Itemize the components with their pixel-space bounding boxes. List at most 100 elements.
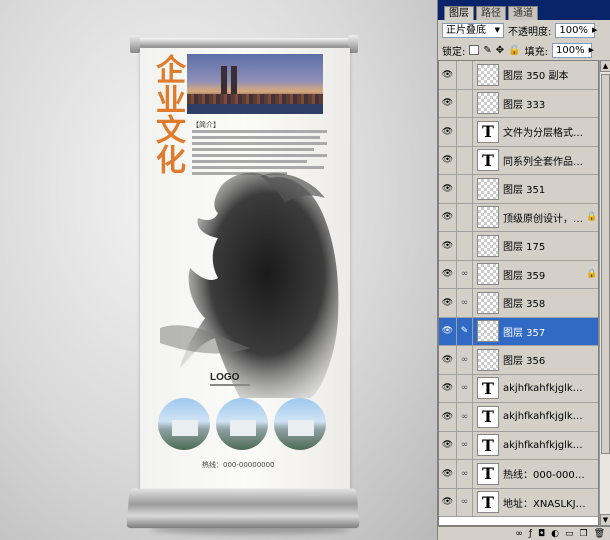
visibility-eye-icon[interactable]: 👁: [439, 355, 456, 365]
visibility-eye-icon[interactable]: 👁: [439, 298, 456, 308]
scroll-up-icon[interactable]: ▲: [600, 60, 610, 72]
layer-list-scrollbar[interactable]: ▲ ▼: [599, 60, 610, 526]
trash-icon[interactable]: 🗑: [594, 529, 605, 539]
link-icon[interactable]: [456, 89, 473, 117]
link-icon[interactable]: [456, 146, 473, 174]
visibility-eye-icon[interactable]: 👁: [439, 383, 456, 393]
layer-name[interactable]: 文件为分层格式 C...: [503, 124, 586, 139]
link-icon[interactable]: ∞: [456, 289, 473, 317]
layer-thumbnail: [477, 348, 499, 371]
layer-row[interactable]: 👁 ∞ 图层 356: [439, 346, 598, 375]
adjustment-icon[interactable]: ◐: [551, 529, 559, 539]
skyline-photo: [187, 54, 323, 114]
link-icon[interactable]: ∞: [515, 529, 523, 539]
layers-panel: 图层 路径 通道 正片叠底 ▼ 不透明度: 100% ▶ 锁定: ✎ ✥ 🔒 填…: [437, 0, 610, 540]
visibility-eye-icon[interactable]: 👁: [439, 497, 456, 507]
text-layer-icon: T: [477, 405, 499, 428]
lock-icon[interactable]: 🔒: [508, 45, 520, 56]
layer-row[interactable]: 👁 图层 333: [439, 89, 598, 118]
chevron-right-icon: ▶: [591, 25, 598, 34]
visibility-eye-icon[interactable]: 👁: [439, 269, 456, 279]
layer-row[interactable]: 👁 ∞ 图层 358: [439, 289, 598, 318]
layer-row[interactable]: 👁 图层 350 副本: [439, 61, 598, 90]
layer-name[interactable]: 热线：000-00000...: [503, 466, 586, 481]
fill-input[interactable]: 100% ▶: [551, 42, 594, 58]
visibility-eye-icon[interactable]: 👁: [439, 326, 456, 336]
visibility-eye-icon[interactable]: 👁: [439, 412, 456, 422]
visibility-eye-icon[interactable]: 👁: [439, 440, 456, 450]
layer-row[interactable]: 👁∞Takjhfkahfkjglksjljs...: [439, 431, 598, 460]
rail-cap-left: [130, 35, 140, 53]
brush-icon[interactable]: ✎: [483, 45, 491, 56]
layer-name[interactable]: 图层 356: [503, 352, 586, 367]
link-icon[interactable]: [456, 175, 473, 203]
link-icon[interactable]: [456, 203, 473, 231]
layer-row[interactable]: 👁 图层 351: [439, 175, 598, 204]
link-icon[interactable]: ∞: [456, 403, 473, 431]
hotline-text: 热线：000-00000000: [202, 461, 275, 469]
chevron-down-icon: ▼: [494, 25, 500, 34]
scroll-thumb[interactable]: [601, 74, 610, 454]
visibility-eye-icon[interactable]: 👁: [439, 241, 456, 251]
layer-row[interactable]: 👁 T 文件为分层格式 C...: [439, 118, 598, 147]
panel-tabs: 图层 路径 通道: [438, 0, 610, 20]
layer-row[interactable]: 👁 T 同系列全套作品可...: [439, 146, 598, 175]
text-layer-icon: T: [477, 434, 499, 457]
layer-row[interactable]: 👁∞Takjhfkahfkjglksjljs...: [439, 403, 598, 432]
visibility-eye-icon[interactable]: 👁: [439, 155, 456, 165]
layer-row[interactable]: 👁∞T 地址：XNASLKJFS...: [439, 488, 598, 517]
layer-row[interactable]: 👁 顶级原创设计，请... 🔒: [439, 203, 598, 232]
lock-options-row: 锁定: ✎ ✥ 🔒 填充: 100% ▶: [438, 40, 610, 60]
layer-name[interactable]: 图层 351: [503, 181, 586, 196]
scroll-down-icon[interactable]: ▼: [600, 514, 610, 526]
new-layer-icon[interactable]: ❐: [579, 529, 587, 539]
link-icon[interactable]: ∞: [456, 374, 473, 402]
layer-name[interactable]: 图层 333: [503, 96, 586, 111]
visibility-eye-icon[interactable]: 👁: [439, 184, 456, 194]
layer-thumbnail: [477, 234, 499, 257]
layer-name[interactable]: 图层 358: [503, 295, 586, 310]
link-icon[interactable]: ∞: [456, 260, 473, 288]
layer-row[interactable]: 👁∞Takjhfkahfkjglksjljs...: [439, 374, 598, 403]
visibility-eye-icon[interactable]: 👁: [439, 469, 456, 479]
layer-name[interactable]: 图层 350 副本: [503, 67, 586, 82]
layer-name[interactable]: 同系列全套作品可...: [503, 153, 586, 168]
blend-mode-value: 正片叠底: [446, 24, 486, 36]
layer-style-icon[interactable]: ƒ: [529, 529, 532, 539]
link-icon[interactable]: ∞: [456, 460, 473, 488]
layer-name[interactable]: akjhfkahfkjglksjljs...: [503, 440, 586, 451]
move-icon[interactable]: ✥: [496, 45, 504, 56]
brush-icon[interactable]: ✎: [456, 317, 473, 345]
visibility-eye-icon[interactable]: 👁: [439, 212, 456, 222]
link-icon[interactable]: [456, 232, 473, 260]
layer-name[interactable]: 图层 359: [503, 267, 586, 282]
opacity-input[interactable]: 100% ▶: [555, 22, 598, 38]
layer-name[interactable]: 图层 357: [503, 324, 586, 339]
mask-icon[interactable]: ◘: [538, 529, 545, 539]
link-icon[interactable]: ∞: [456, 488, 473, 516]
tab-paths[interactable]: 路径: [476, 6, 506, 20]
folder-icon[interactable]: ▭: [565, 529, 574, 539]
tab-layers[interactable]: 图层: [444, 6, 474, 20]
layer-name[interactable]: akjhfkahfkjglksjljs...: [503, 383, 586, 394]
layer-row[interactable]: 👁∞T 热线：000-00000...: [439, 460, 598, 489]
lock-transparency-checkbox[interactable]: [469, 45, 480, 55]
layer-name[interactable]: 顶级原创设计，请...: [503, 210, 586, 225]
blend-mode-select[interactable]: 正片叠底 ▼: [442, 22, 504, 38]
layer-name[interactable]: akjhfkahfkjglksjljs...: [503, 411, 586, 422]
document-canvas[interactable]: 企业文化 【简介】 LOGO 热线：000-00000000: [0, 0, 437, 540]
tab-channels[interactable]: 通道: [508, 6, 538, 20]
layer-name[interactable]: 地址：XNASLKJFS...: [503, 495, 586, 510]
layer-row[interactable]: 👁 ✎ 图层 357: [439, 317, 598, 346]
visibility-eye-icon[interactable]: 👁: [439, 98, 456, 108]
link-icon[interactable]: ∞: [456, 346, 473, 374]
layer-name[interactable]: 图层 175: [503, 238, 586, 253]
layer-row[interactable]: 👁 ∞ 图层 359 🔒: [439, 260, 598, 289]
link-icon[interactable]: ∞: [456, 431, 473, 459]
visibility-eye-icon[interactable]: 👁: [439, 70, 456, 80]
link-icon[interactable]: [456, 61, 473, 89]
layer-row[interactable]: 👁 图层 175: [439, 232, 598, 261]
visibility-eye-icon[interactable]: 👁: [439, 127, 456, 137]
link-icon[interactable]: [456, 118, 473, 146]
logo-placeholder: LOGO: [210, 372, 240, 383]
